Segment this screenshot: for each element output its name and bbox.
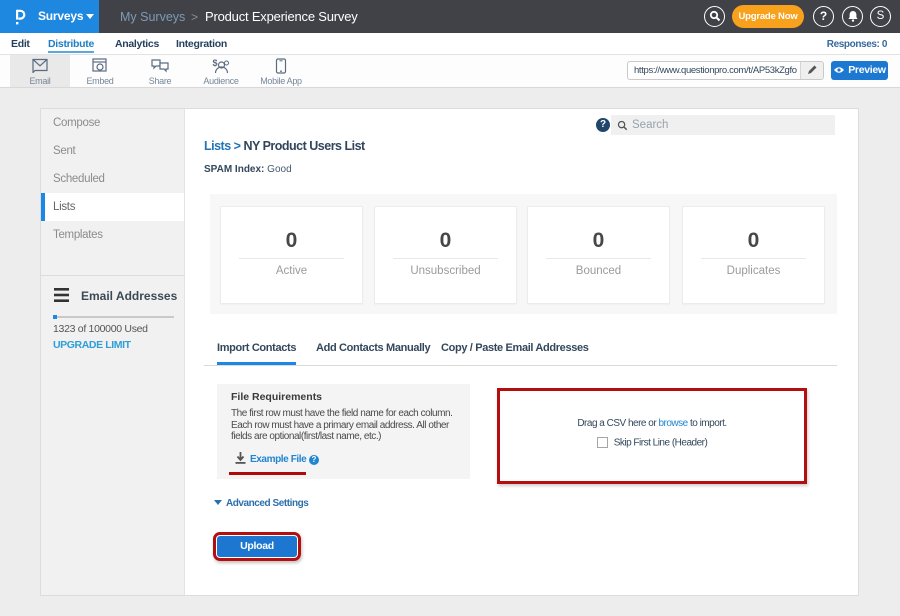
svg-text:$: $ (213, 58, 218, 68)
